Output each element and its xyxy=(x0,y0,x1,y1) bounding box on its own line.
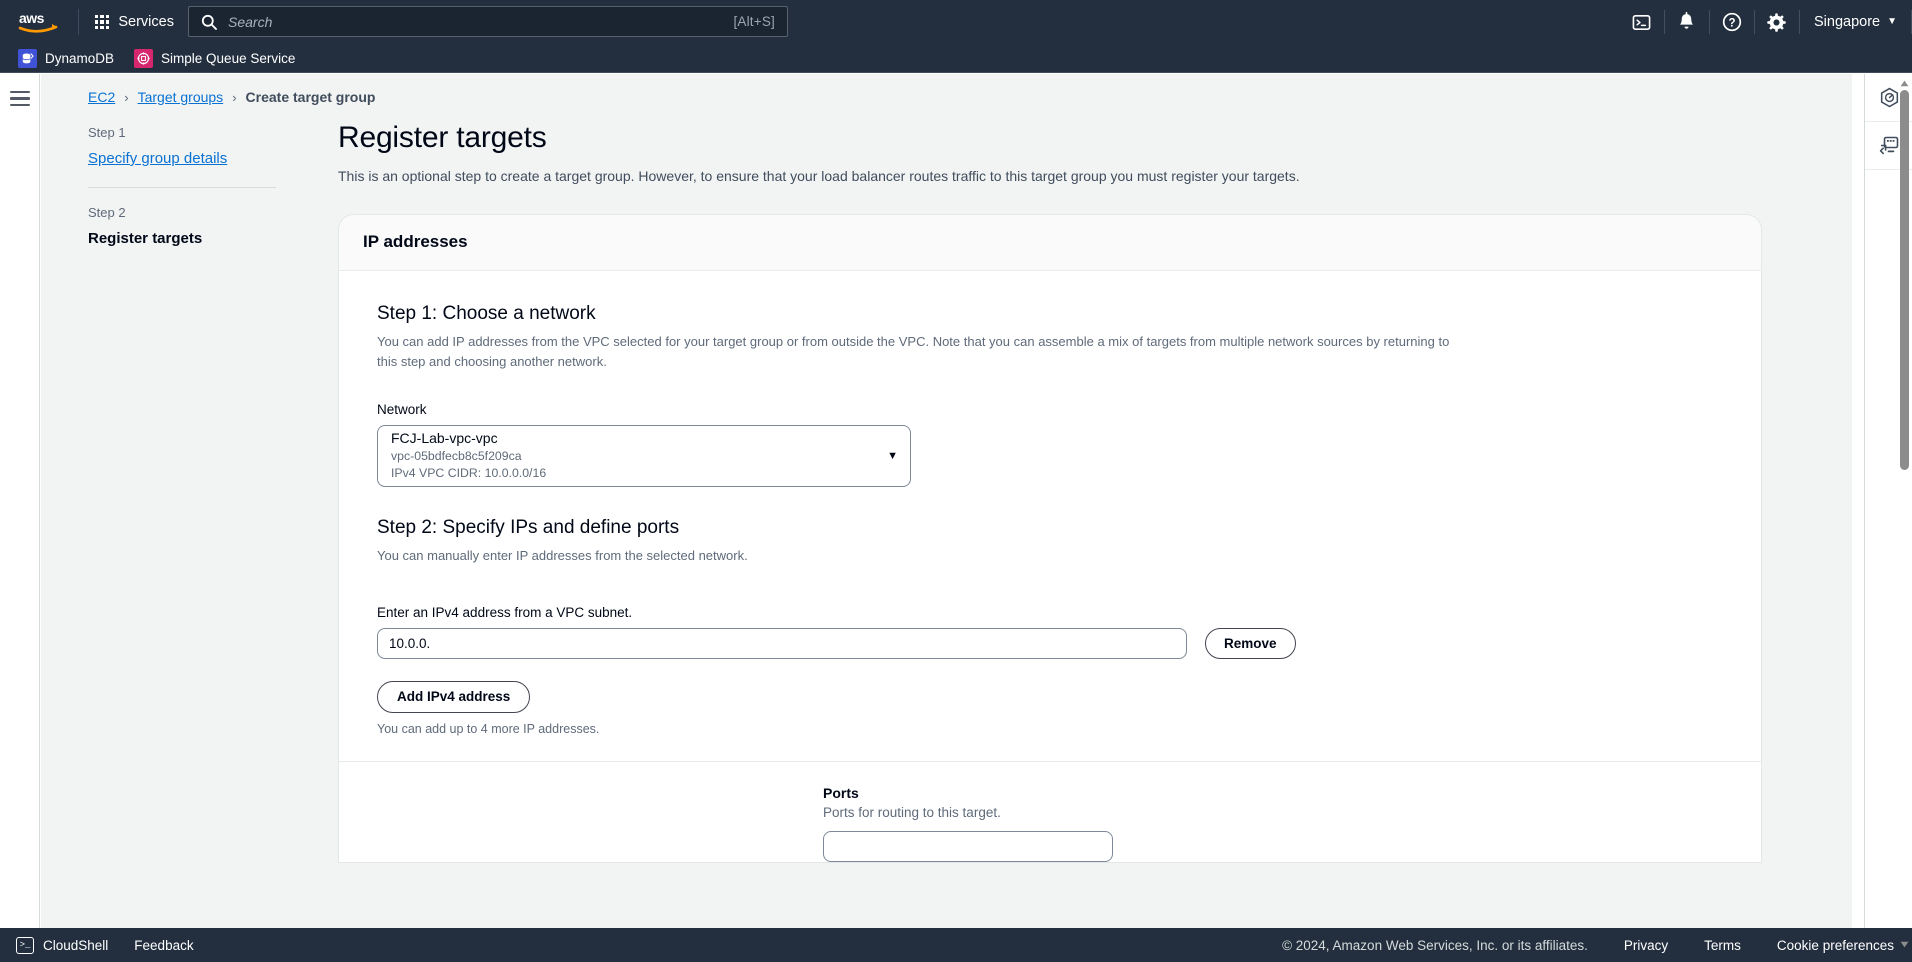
scroll-up-arrow-icon[interactable] xyxy=(1899,78,1910,89)
favorite-label: DynamoDB xyxy=(45,50,115,66)
grid-icon xyxy=(95,14,110,30)
ip-address-row: Remove xyxy=(377,627,1737,659)
step-2-register-targets: Register targets xyxy=(88,230,203,247)
breadcrumb-separator: › xyxy=(124,89,129,105)
card-title: IP addresses xyxy=(363,232,468,252)
svg-text:aws: aws xyxy=(19,10,45,26)
ports-title: Ports xyxy=(823,784,859,801)
ports-description: Ports for routing to this target. xyxy=(823,804,1001,820)
step1-description: You can add IP addresses from the VPC se… xyxy=(377,334,1450,370)
wizard-steps-nav: Step 1 Specify group details Step 2 Regi… xyxy=(88,121,338,863)
footer-left: >_ CloudShell Feedback xyxy=(0,936,194,954)
footer-cloudshell-button[interactable]: >_ CloudShell xyxy=(16,936,109,954)
footer-feedback-button[interactable]: Feedback xyxy=(134,938,193,953)
cloudshell-icon[interactable] xyxy=(1620,0,1664,44)
breadcrumb: EC2 › Target groups › Create target grou… xyxy=(41,74,1852,105)
region-selector[interactable]: Singapore ▼ xyxy=(1800,0,1911,44)
main-content: Register targets This is an optional ste… xyxy=(338,121,1808,863)
footer-link-cookie-preferences[interactable]: Cookie preferences xyxy=(1777,938,1894,953)
footer-right: © 2024, Amazon Web Services, Inc. or its… xyxy=(1282,938,1912,953)
chevron-down-icon: ▼ xyxy=(1887,16,1897,27)
page-title: Register targets xyxy=(338,121,547,154)
sqs-icon xyxy=(134,48,154,68)
footer-link-privacy[interactable]: Privacy xyxy=(1624,938,1668,953)
global-search-box[interactable]: [Alt+S] xyxy=(188,6,788,37)
network-select-id: vpc-05bdfecb8c5f209ca xyxy=(391,448,522,463)
network-select-cidr: IPv4 VPC CIDR: 10.0.0.0/16 xyxy=(391,466,547,481)
ports-block: Ports Ports for routing to this target. xyxy=(377,762,1737,862)
page-columns: Step 1 Specify group details Step 2 Regi… xyxy=(41,121,1852,863)
dynamodb-icon xyxy=(18,48,37,68)
svg-text:?: ? xyxy=(1728,18,1735,30)
step-1-label: Step 1 xyxy=(88,125,126,140)
step2-heading: Step 2: Specify IPs and define ports xyxy=(377,516,680,538)
step1-heading: Step 1: Choose a network xyxy=(377,303,596,325)
network-label: Network xyxy=(377,401,427,417)
navigation-toggle-icon[interactable] xyxy=(9,91,30,107)
chevron-down-icon: ▼ xyxy=(887,449,898,462)
search-input[interactable] xyxy=(226,12,734,31)
network-select[interactable]: FCJ-Lab-vpc-vpc vpc-05bdfecb8c5f209ca IP… xyxy=(377,424,911,487)
left-rail xyxy=(0,74,40,962)
services-label: Services xyxy=(118,14,174,30)
settings-gear-icon[interactable] xyxy=(1755,0,1799,44)
aws-logo[interactable]: aws xyxy=(16,8,60,36)
favorite-dynamodb[interactable]: DynamoDB xyxy=(14,47,124,70)
steps-divider xyxy=(88,187,276,188)
ipv4-input-label: Enter an IPv4 address from a VPC subnet. xyxy=(377,604,633,620)
breadcrumb-item-target-groups[interactable]: Target groups xyxy=(138,89,224,105)
top-nav-right-cluster: ? Singapore ▼ xyxy=(1620,0,1912,44)
page-container: EC2 › Target groups › Create target grou… xyxy=(41,74,1852,962)
vertical-scrollbar[interactable] xyxy=(1899,78,1910,950)
breadcrumb-item-ec2[interactable]: EC2 xyxy=(88,89,115,105)
favorites-bar: DynamoDB Simple Queue Service xyxy=(0,44,1912,73)
favorite-label: Simple Queue Service xyxy=(161,50,296,66)
favorite-simple-queue-service[interactable]: Simple Queue Service xyxy=(130,47,305,70)
scrollbar-thumb[interactable] xyxy=(1900,90,1909,470)
region-label: Singapore xyxy=(1813,14,1881,30)
ip-addresses-card: IP addresses Step 1: Choose a network Yo… xyxy=(338,214,1762,863)
ip-limit-hint: You can add up to 4 more IP addresses. xyxy=(377,721,600,736)
page-description: This is an optional step to create a tar… xyxy=(338,168,1300,184)
footer-link-terms[interactable]: Terms xyxy=(1704,938,1741,953)
card-header: IP addresses xyxy=(339,215,1761,272)
notifications-bell-icon[interactable] xyxy=(1665,0,1709,44)
app-shell: EC2 › Target groups › Create target grou… xyxy=(0,74,1912,962)
step2-description: You can manually enter IP addresses from… xyxy=(377,547,748,563)
step-2-label: Step 2 xyxy=(88,205,126,220)
add-ipv4-address-button[interactable]: Add IPv4 address xyxy=(377,680,531,713)
search-icon xyxy=(201,14,217,30)
remove-button[interactable]: Remove xyxy=(1205,627,1296,659)
scroll-down-arrow-icon[interactable] xyxy=(1899,939,1910,950)
footer-bar: >_ CloudShell Feedback © 2024, Amazon We… xyxy=(0,928,1912,962)
step-1-specify-group-details[interactable]: Specify group details xyxy=(88,150,227,167)
footer-copyright: © 2024, Amazon Web Services, Inc. or its… xyxy=(1282,937,1588,953)
cloudshell-icon: >_ xyxy=(16,936,34,954)
ipv4-address-input[interactable] xyxy=(377,627,1187,659)
breadcrumb-item-create-target-group: Create target group xyxy=(245,89,376,105)
breadcrumb-separator: › xyxy=(232,89,237,105)
footer-feedback-label: Feedback xyxy=(134,937,194,953)
scrollbar-track[interactable] xyxy=(1899,90,1910,938)
search-shortcut-hint: [Alt+S] xyxy=(733,14,775,29)
card-body: Step 1: Choose a network You can add IP … xyxy=(339,271,1761,862)
ports-input[interactable] xyxy=(823,830,1113,862)
network-select-value: FCJ-Lab-vpc-vpc xyxy=(391,429,498,446)
footer-cloudshell-label: CloudShell xyxy=(43,937,109,953)
top-navigation-bar: aws Services [Alt+S] xyxy=(0,0,1912,44)
nav-divider xyxy=(78,9,79,35)
help-question-icon[interactable]: ? xyxy=(1710,0,1754,44)
services-menu-button[interactable]: Services xyxy=(83,8,186,36)
